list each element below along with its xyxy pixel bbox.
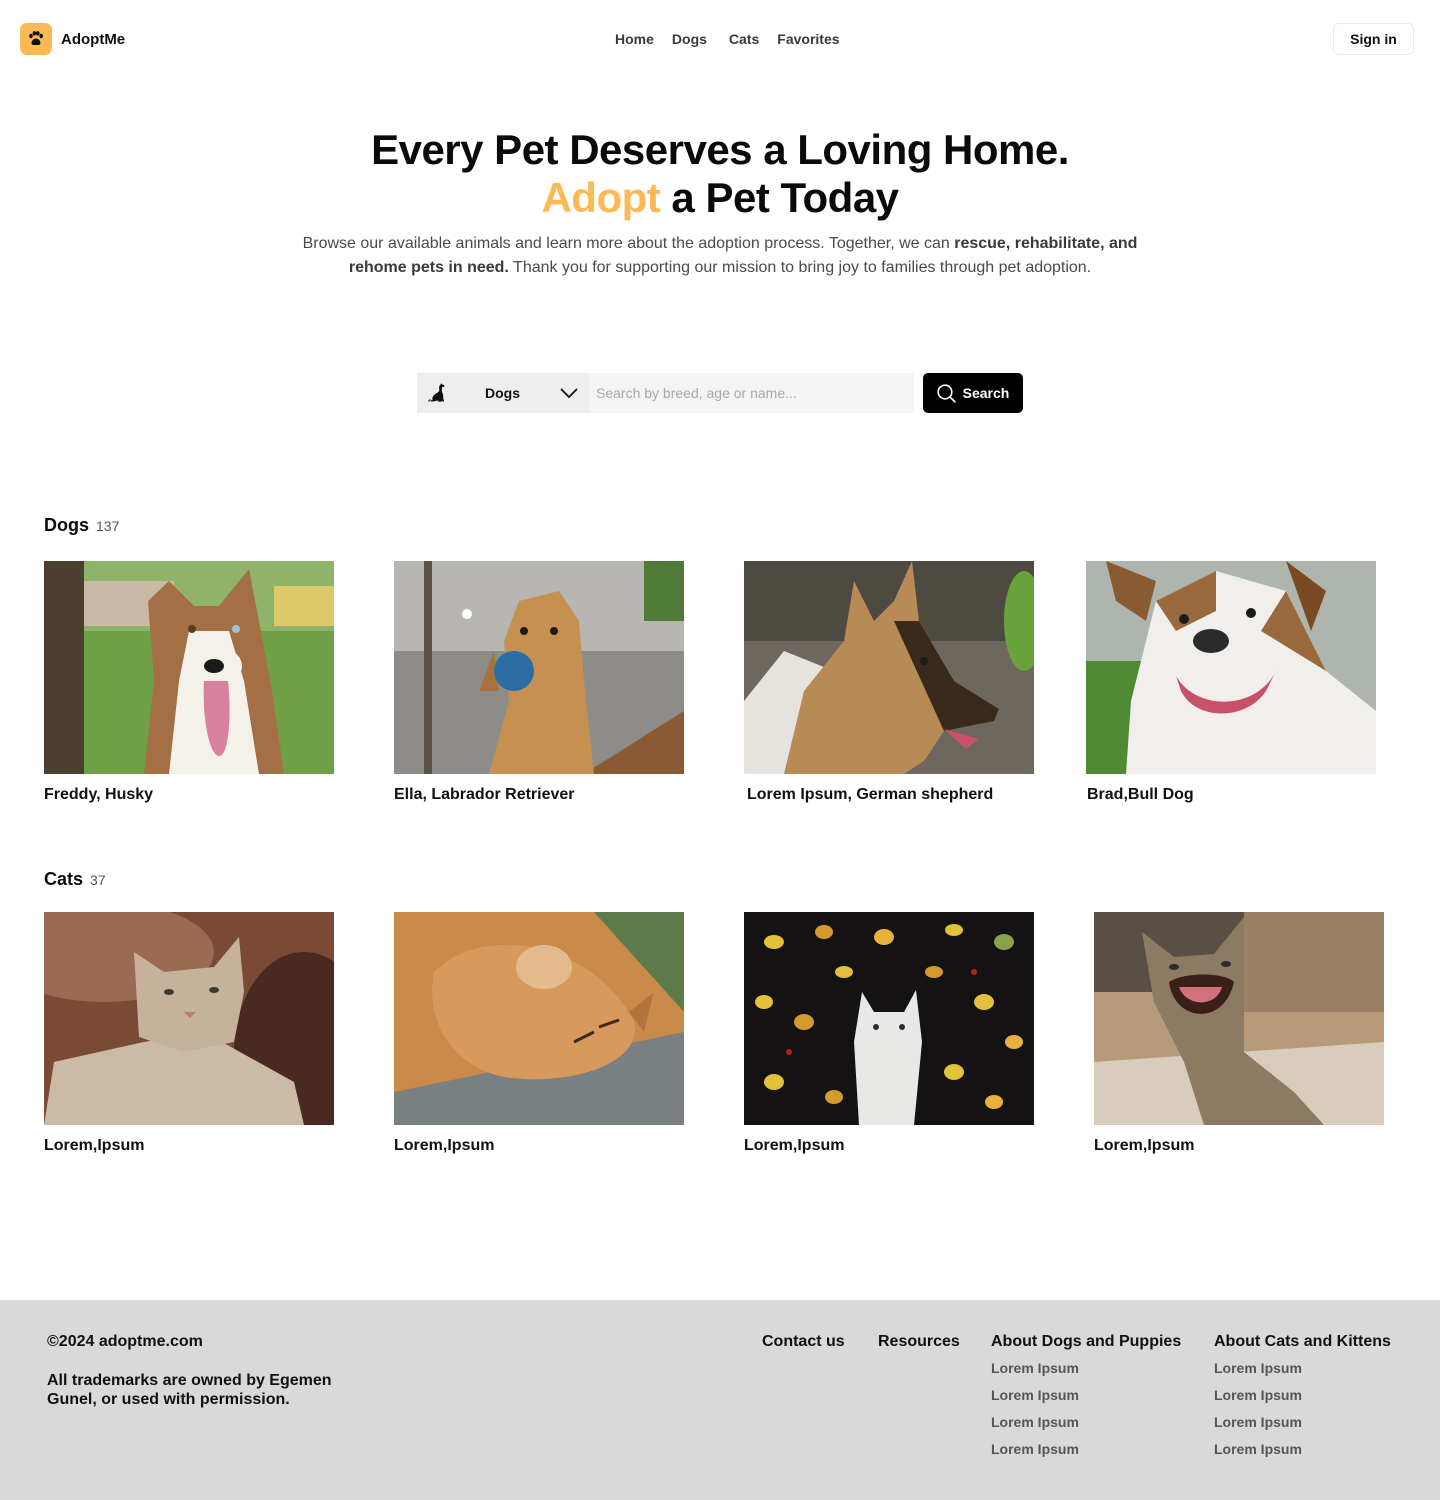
pet-name: Lorem,Ipsum xyxy=(394,1137,495,1154)
hero-description: Browse our available animals and learn m… xyxy=(300,232,1140,280)
pet-card[interactable]: Lorem Ipsum, German shepherd xyxy=(744,561,1034,804)
pet-card[interactable]: Lorem,Ipsum xyxy=(394,912,684,1155)
site-footer: ©2024 adoptme.com All trademarks are own… xyxy=(0,1300,1440,1500)
main-nav: Home Dogs Cats Favorites xyxy=(615,31,840,47)
footer-cats-column: About Cats and Kittens Lorem Ipsum Lorem… xyxy=(1214,1333,1391,1459)
hero-desc-part1: Browse our available animals and learn m… xyxy=(302,235,955,252)
pet-name: Freddy, Husky xyxy=(44,786,154,803)
labrador-photo[interactable] xyxy=(394,561,684,774)
hero-title-rest: a Pet Today xyxy=(660,174,899,221)
hero-title: Every Pet Deserves a Loving Home. Adopt … xyxy=(0,126,1440,222)
pet-card[interactable]: Ella, Labrador Retriever xyxy=(394,561,684,804)
footer-dogs-column: About Dogs and Puppies Lorem Ipsum Lorem… xyxy=(991,1333,1181,1459)
nav-home[interactable]: Home xyxy=(615,31,654,47)
footer-dogs-heading: About Dogs and Puppies xyxy=(991,1333,1182,1350)
hero-title-line1: Every Pet Deserves a Loving Home. xyxy=(371,126,1069,173)
german-shepherd-photo[interactable] xyxy=(744,561,1034,774)
search-bar: Dogs Search xyxy=(417,373,1023,413)
pet-name: Brad,Bull Dog xyxy=(1087,786,1194,803)
pet-name: Lorem,Ipsum xyxy=(744,1137,845,1154)
footer-contact: Contact us xyxy=(762,1333,845,1351)
bulldog-photo[interactable] xyxy=(1086,561,1376,774)
pet-name: Ella, Labrador Retriever xyxy=(394,786,575,803)
footer-dogs-link[interactable]: Lorem Ipsum xyxy=(991,1386,1181,1405)
site-header: AdoptMe Home Dogs Cats Favorites Sign in xyxy=(0,0,1440,80)
pet-name: Lorem,Ipsum xyxy=(44,1137,145,1154)
dogs-title-label: Dogs xyxy=(44,515,89,535)
dogs-section-title: Dogs 137 xyxy=(44,515,119,536)
footer-cats-link[interactable]: Lorem Ipsum xyxy=(1214,1413,1391,1432)
footer-resources: Resources xyxy=(878,1333,960,1351)
species-select[interactable]: Dogs xyxy=(417,373,589,413)
sign-in-button[interactable]: Sign in xyxy=(1333,23,1414,55)
paw-icon xyxy=(20,23,52,55)
hero-title-accent: Adopt xyxy=(541,174,661,221)
search-icon xyxy=(937,383,956,403)
pet-card[interactable]: Freddy, Husky xyxy=(44,561,334,804)
hero-desc-part2: Thank you for supporting our mission to … xyxy=(508,259,1092,276)
pet-card[interactable]: Lorem,Ipsum xyxy=(1094,912,1384,1155)
brand-name: AdoptMe xyxy=(61,30,126,48)
pet-card[interactable]: Lorem,Ipsum xyxy=(44,912,334,1155)
nav-cats[interactable]: Cats xyxy=(729,31,759,47)
footer-cats-heading: About Cats and Kittens xyxy=(1214,1333,1391,1350)
search-button-label: Search xyxy=(962,385,1010,401)
chevron-down-icon xyxy=(560,388,578,398)
cats-section-title: Cats 37 xyxy=(44,869,106,890)
pet-card[interactable]: Brad,Bull Dog xyxy=(1086,561,1376,804)
cats-count: 37 xyxy=(90,872,106,888)
footer-dogs-link[interactable]: Lorem Ipsum xyxy=(991,1440,1181,1459)
footer-contact-link[interactable]: Contact us xyxy=(762,1333,845,1350)
search-input[interactable] xyxy=(589,373,914,413)
footer-dogs-link[interactable]: Lorem Ipsum xyxy=(991,1359,1181,1378)
footer-cats-link[interactable]: Lorem Ipsum xyxy=(1214,1440,1391,1459)
footer-dogs-link[interactable]: Lorem Ipsum xyxy=(991,1413,1181,1432)
footer-trademark: All trademarks are owned by Egemen Gunel… xyxy=(47,1372,332,1408)
species-select-value: Dogs xyxy=(485,385,520,401)
footer-cats-link[interactable]: Lorem Ipsum xyxy=(1214,1359,1391,1378)
nav-favorites[interactable]: Favorites xyxy=(777,31,839,47)
kitten-leaves-photo[interactable] xyxy=(744,912,1034,1125)
pet-name: Lorem Ipsum, German shepherd xyxy=(747,786,994,803)
footer-cats-link[interactable]: Lorem Ipsum xyxy=(1214,1386,1391,1405)
search-button[interactable]: Search xyxy=(923,373,1023,413)
pet-card[interactable]: Lorem,Ipsum xyxy=(744,912,1034,1155)
ginger-cat-photo[interactable] xyxy=(394,912,684,1125)
footer-resources-link[interactable]: Resources xyxy=(878,1333,960,1350)
yawning-kitten-photo[interactable] xyxy=(1094,912,1384,1125)
brand-logo[interactable]: AdoptMe xyxy=(20,23,125,55)
dogs-count: 137 xyxy=(96,518,120,534)
husky-photo[interactable] xyxy=(44,561,334,774)
footer-copyright: ©2024 adoptme.com xyxy=(47,1333,203,1350)
nav-dogs[interactable]: Dogs xyxy=(672,31,707,47)
cats-title-label: Cats xyxy=(44,869,84,889)
pet-name: Lorem,Ipsum xyxy=(1094,1137,1195,1154)
tabby-cat-photo[interactable] xyxy=(44,912,334,1125)
dog-silhouette-icon xyxy=(428,383,445,402)
